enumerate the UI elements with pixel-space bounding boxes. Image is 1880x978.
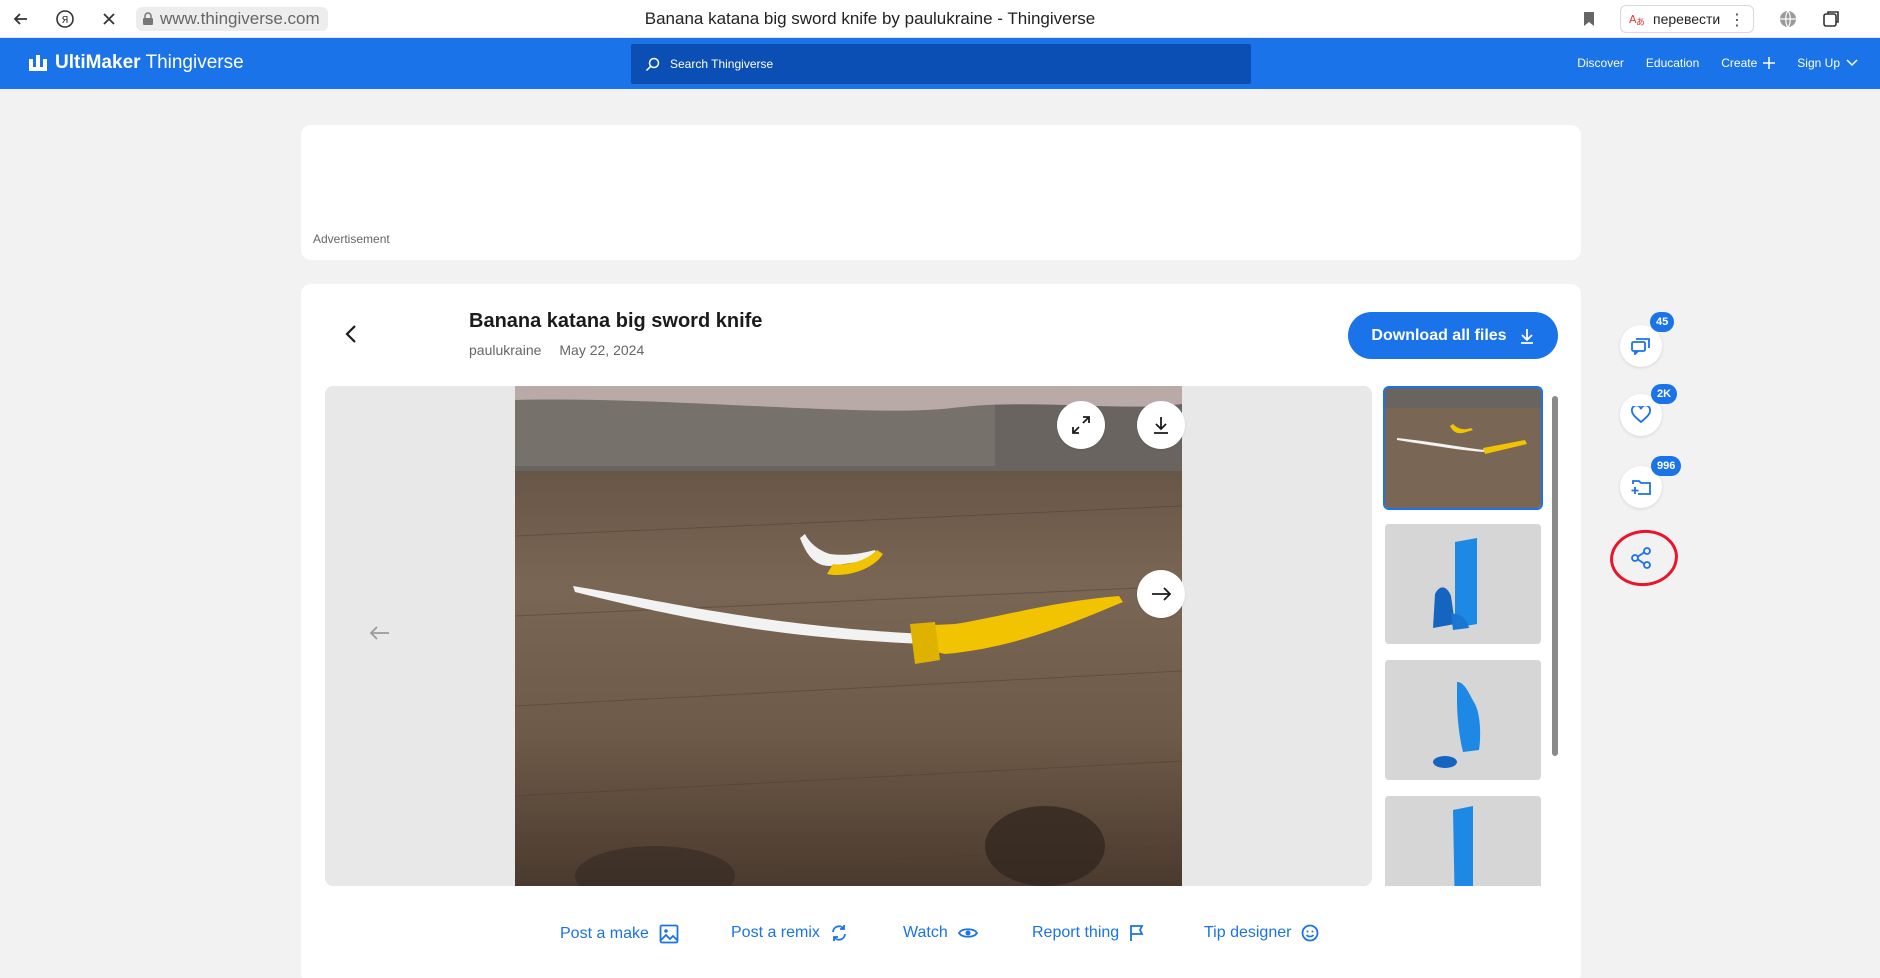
translate-icon: Aあ — [1629, 13, 1645, 27]
arrow-right-icon — [1152, 587, 1171, 601]
tip-designer-button[interactable]: Tip designer — [1204, 924, 1319, 942]
download-icon — [1154, 417, 1168, 434]
post-remix-label: Post a remix — [731, 924, 820, 941]
tab-title: Banana katana big sword knife by paulukr… — [644, 9, 1096, 28]
add-folder-icon — [1631, 480, 1651, 495]
browser-toolbar: Я www.thingiverse.com Banana katana big … — [0, 0, 1880, 38]
thing-meta: paulukraine May 22, 2024 — [469, 342, 644, 358]
thumbnail-list — [1383, 386, 1559, 886]
thumbnail-4[interactable] — [1385, 796, 1541, 886]
download-all-label: Download all files — [1371, 326, 1507, 344]
expand-icon — [1072, 416, 1090, 434]
ultimaker-logo-icon — [29, 55, 47, 71]
smile-icon — [1302, 924, 1319, 942]
download-image-button[interactable] — [1137, 401, 1185, 449]
search-input[interactable] — [670, 57, 1210, 71]
thumbnail-photo — [1385, 388, 1541, 508]
post-make-label: Post a make — [560, 925, 649, 942]
next-image-button[interactable] — [1137, 570, 1185, 618]
report-thing-label: Report thing — [1032, 924, 1120, 941]
main-photo — [515, 386, 1182, 886]
chevron-left-icon — [345, 325, 356, 343]
svg-text:あ: あ — [1636, 17, 1645, 27]
collections-icon[interactable] — [1818, 6, 1844, 32]
eye-icon — [957, 928, 978, 938]
comments-count-badge: 45 — [1650, 312, 1675, 332]
thumbnail-render — [1385, 796, 1541, 886]
tip-designer-label: Tip designer — [1204, 924, 1292, 941]
report-thing-button[interactable]: Report thing — [1032, 924, 1145, 942]
nav-education[interactable]: Education — [1646, 56, 1699, 70]
search-bar[interactable] — [631, 44, 1251, 84]
thumbnail-scrollbar[interactable] — [1551, 388, 1559, 884]
collections-count-badge: 996 — [1651, 456, 1682, 476]
chevron-down-icon — [1846, 59, 1858, 67]
thing-title: Banana katana big sword knife — [469, 310, 763, 332]
site-header: UltiMaker Thingiverse Discover Education… — [0, 38, 1880, 89]
bookmark-icon[interactable] — [1576, 6, 1602, 32]
scrollbar-thumb[interactable] — [1552, 396, 1558, 756]
comments-icon — [1631, 338, 1650, 355]
globe-icon[interactable] — [1775, 6, 1801, 32]
download-all-button[interactable]: Download all files — [1348, 312, 1558, 359]
post-make-button[interactable]: Post a make — [560, 924, 679, 944]
thumbnail-3[interactable] — [1385, 660, 1541, 780]
thumbnail-render — [1385, 660, 1541, 780]
likes-count-badge: 2K — [1651, 384, 1678, 404]
previous-image-button[interactable] — [365, 618, 395, 648]
arrow-left-icon — [370, 626, 389, 640]
more-options-icon[interactable]: ⋮ — [1729, 10, 1745, 30]
post-remix-button[interactable]: Post a remix — [731, 924, 848, 942]
image-viewer — [325, 386, 1372, 886]
site-logo[interactable]: UltiMaker Thingiverse — [29, 52, 244, 74]
nav-create-label: Create — [1721, 56, 1758, 70]
back-button[interactable] — [337, 320, 365, 348]
thumbnail-2[interactable] — [1385, 524, 1541, 644]
logo-text-light: Thingiverse — [140, 52, 244, 73]
translate-label: перевести — [1653, 11, 1721, 27]
fullscreen-button[interactable] — [1057, 401, 1105, 449]
nav-discover[interactable]: Discover — [1577, 56, 1624, 70]
advertisement-label: Advertisement — [313, 232, 390, 246]
translate-button[interactable]: Aあ перевести ⋮ — [1620, 5, 1754, 33]
nav-create[interactable]: Create — [1721, 56, 1776, 70]
logo-text-bold: UltiMaker — [55, 52, 141, 73]
thumbnail-1[interactable] — [1383, 386, 1543, 510]
watch-label: Watch — [903, 924, 948, 941]
header-nav: Discover Education Create Sign Up — [1577, 56, 1858, 70]
advertisement-card: Advertisement — [301, 125, 1581, 260]
plus-icon — [1763, 57, 1776, 69]
search-icon — [645, 57, 660, 71]
nav-signup-label: Sign Up — [1797, 56, 1840, 70]
image-icon — [659, 924, 679, 944]
thing-card: Banana katana big sword knife paulukrain… — [301, 284, 1581, 978]
download-icon — [1520, 328, 1533, 344]
author-link[interactable]: paulukraine — [469, 342, 541, 358]
flag-icon — [1130, 925, 1144, 941]
annotation-highlight-circle — [1607, 526, 1681, 590]
publish-date: May 22, 2024 — [559, 342, 645, 358]
nav-signup[interactable]: Sign Up — [1797, 56, 1858, 70]
thumbnail-render — [1385, 524, 1541, 644]
refresh-icon — [832, 925, 846, 941]
heart-icon — [1631, 406, 1651, 424]
watch-button[interactable]: Watch — [903, 924, 978, 942]
